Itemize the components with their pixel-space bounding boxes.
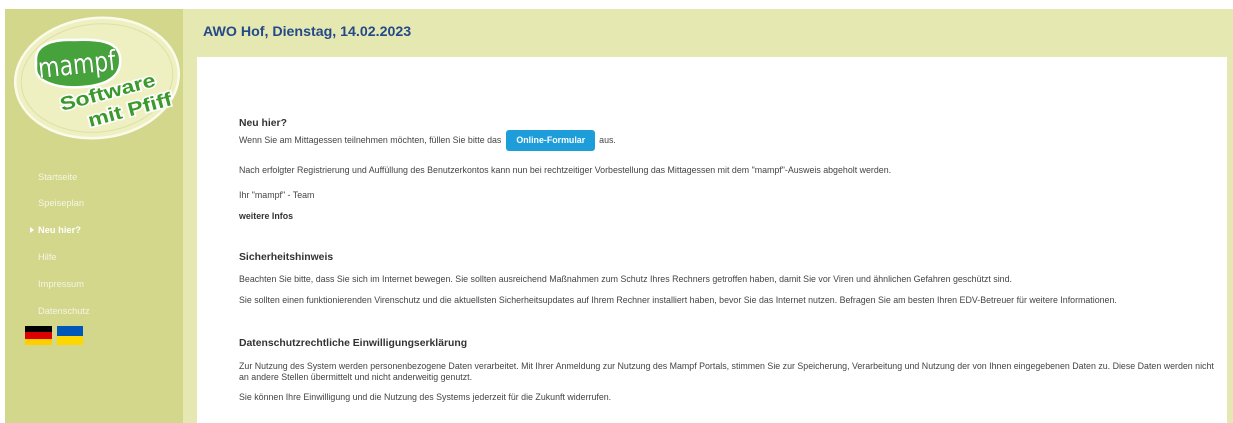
nav-item-impressum[interactable]: Impressum (38, 278, 84, 290)
sidebar: mampf Software mit Pfiff Startseite Spei… (5, 9, 183, 423)
flag-de-icon[interactable] (25, 326, 52, 345)
privacy-paragraph-1-line: an andere Stellen übermittelt und nicht … (239, 372, 473, 382)
nav-item-datenschutz[interactable]: Datenschutz (38, 305, 90, 317)
flag-stripe (57, 335, 83, 345)
section-heading-security: Sicherheitshinweis (239, 252, 334, 263)
security-paragraph-2: Sie sollten einen funktionierenden Viren… (239, 295, 1117, 305)
registration-note: Nach erfolgter Registrierung und Auffüll… (239, 165, 892, 175)
content-area: Neu hier? Wenn Sie am Mittagessen teilne… (197, 57, 1227, 423)
caret-right-icon (30, 227, 34, 233)
nav-item-hilfe[interactable]: Hilfe (38, 251, 57, 263)
nav-item-label: Datenschutz (38, 306, 90, 316)
main-frame: AWO Hof, Dienstag, 14.02.2023 Neu hier? … (183, 9, 1233, 423)
nav-item-neu-hier[interactable]: Neu hier? (30, 224, 81, 236)
team-signature: Ihr "mampf" - Team (239, 190, 315, 200)
nav-item-label: Speiseplan (38, 198, 85, 208)
security-paragraph-1: Beachten Sie bitte, dass Sie sich im Int… (239, 274, 1012, 284)
nav-item-startseite[interactable]: Startseite (38, 171, 77, 183)
privacy-paragraph-1-line: Zur Nutzung des System werden personenbe… (239, 361, 1214, 371)
online-form-button[interactable]: Online-Formular (506, 130, 596, 151)
nav-item-speiseplan[interactable]: Speiseplan (38, 197, 84, 209)
flag-stripe (57, 326, 83, 336)
section-heading-new-here: Neu hier? (239, 118, 287, 129)
page: mampf Software mit Pfiff Startseite Spei… (0, 0, 1233, 423)
nav-item-label: Startseite (38, 172, 78, 182)
flag-stripe (25, 338, 52, 345)
nav-item-label: Hilfe (38, 252, 57, 262)
section-heading-privacy: Datenschutzrechtliche Einwilligungserklä… (239, 338, 468, 349)
registration-prompt-suffix: aus. (599, 135, 616, 145)
privacy-paragraph-2: Sie können Ihre Einwilligung und die Nut… (239, 392, 612, 402)
registration-prompt-text: Wenn Sie am Mittagessen teilnehmen möcht… (239, 135, 502, 145)
registration-prompt: Wenn Sie am Mittagessen teilnehmen möcht… (239, 130, 616, 151)
nav-item-label: Impressum (38, 279, 84, 289)
page-title: AWO Hof, Dienstag, 14.02.2023 (203, 24, 412, 40)
more-info-link[interactable]: weitere Infos (239, 211, 293, 222)
flag-ua-icon[interactable] (57, 326, 83, 345)
privacy-paragraph-1: Zur Nutzung des System werden personenbe… (239, 361, 1214, 383)
nav-item-label: Neu hier? (38, 225, 81, 235)
mampf-logo[interactable]: mampf Software mit Pfiff (12, 13, 184, 145)
